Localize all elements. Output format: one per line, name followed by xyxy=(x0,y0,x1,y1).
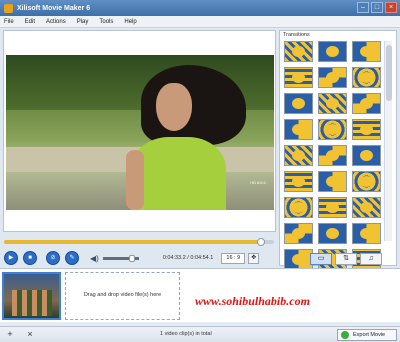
timeline: Drag and drop video file(s) here www.soh… xyxy=(0,268,400,324)
panel-title: Transitions xyxy=(283,32,310,38)
channel-watermark: HD 6:8:1 xyxy=(250,180,266,185)
add-clip-button[interactable]: + xyxy=(4,329,16,340)
clip-thumbnail xyxy=(12,290,52,316)
aspect-ratio-select[interactable]: 16 : 9 xyxy=(221,252,246,264)
transition-tile[interactable] xyxy=(318,223,347,244)
minimize-button[interactable]: – xyxy=(357,2,369,13)
tab-transitions[interactable]: ▭ xyxy=(310,253,332,265)
transition-tile[interactable] xyxy=(352,41,381,62)
transition-tile[interactable] xyxy=(284,119,313,140)
panel-tabs: ▭ ⇅ ♫ xyxy=(310,253,382,265)
figure-dress xyxy=(131,137,226,210)
transition-tile[interactable] xyxy=(284,249,313,270)
export-movie-button[interactable]: Export Movie xyxy=(337,329,397,341)
transition-tile[interactable] xyxy=(352,119,381,140)
transition-tile[interactable] xyxy=(284,171,313,192)
volume-icon[interactable]: ◀) xyxy=(90,254,99,263)
transition-tile[interactable] xyxy=(284,145,313,166)
timeline-clip[interactable] xyxy=(2,272,61,320)
frame-figure xyxy=(126,65,246,210)
figure-face xyxy=(156,83,192,131)
export-label: Export Movie xyxy=(353,332,386,338)
transition-tile[interactable] xyxy=(318,41,347,62)
transitions-panel: Transitions ▭ ⇅ ♫ xyxy=(279,30,397,296)
drop-zone[interactable]: Drag and drop video file(s) here xyxy=(65,272,180,320)
transition-tile[interactable] xyxy=(352,171,381,192)
seek-bar[interactable] xyxy=(4,238,274,246)
playback-controls: ▶ ■ ⊘ ✎ ◀) 0:04:33.2 / 0:04:54.1 16 : 9 … xyxy=(4,250,276,266)
transition-tile[interactable] xyxy=(284,67,313,88)
seek-progress xyxy=(4,240,261,244)
transition-tile[interactable] xyxy=(352,93,381,114)
menu-edit[interactable]: Edit xyxy=(25,19,35,25)
transition-tile[interactable] xyxy=(318,145,347,166)
menu-actions[interactable]: Actions xyxy=(46,19,66,25)
transition-tile[interactable] xyxy=(284,93,313,114)
window-title: Xilisoft Movie Maker 6 xyxy=(17,4,91,12)
split-button[interactable]: ⊘ xyxy=(46,251,60,265)
menu-file[interactable]: File xyxy=(4,19,14,25)
transition-tile[interactable] xyxy=(284,197,313,218)
tab-music[interactable]: ♫ xyxy=(360,253,382,265)
title-bar: Xilisoft Movie Maker 6 – □ × xyxy=(0,0,400,16)
transition-tile[interactable] xyxy=(352,67,381,88)
menu-tools[interactable]: Tools xyxy=(99,19,113,25)
menu-help[interactable]: Help xyxy=(124,19,136,25)
transition-tile[interactable] xyxy=(318,93,347,114)
edit-button[interactable]: ✎ xyxy=(65,251,79,265)
transition-tile[interactable] xyxy=(318,197,347,218)
play-button[interactable]: ▶ xyxy=(4,251,18,265)
remove-clip-button[interactable]: × xyxy=(24,329,36,340)
stop-button[interactable]: ■ xyxy=(23,251,37,265)
status-bar: + × 1 video clip(s) in total Export Movi… xyxy=(0,326,400,342)
snapshot-button[interactable]: ✥ xyxy=(248,252,260,264)
close-button[interactable]: × xyxy=(385,2,397,13)
tab-effects[interactable]: ⇅ xyxy=(335,253,357,265)
transition-tile[interactable] xyxy=(318,119,347,140)
transition-tile[interactable] xyxy=(352,145,381,166)
app-logo-icon xyxy=(4,3,13,13)
window-controls: – □ × xyxy=(357,2,397,13)
clip-count: 1 video clip(s) in total xyxy=(160,331,212,337)
maximize-button[interactable]: □ xyxy=(371,2,383,13)
time-current: 0:04:33.2 xyxy=(162,255,186,261)
timecode: 0:04:33.2 / 0:04:54.1 xyxy=(163,255,213,261)
transition-tile[interactable] xyxy=(352,197,381,218)
menu-bar: File Edit Actions Play Tools Help xyxy=(0,16,400,28)
video-preview[interactable]: HD 6:8:1 xyxy=(3,30,276,232)
transition-tile[interactable] xyxy=(284,41,313,62)
scroll-thumb[interactable] xyxy=(386,45,392,101)
video-frame: HD 6:8:1 xyxy=(6,55,274,210)
menu-play[interactable]: Play xyxy=(77,19,89,25)
transition-tile[interactable] xyxy=(284,223,313,244)
volume-knob[interactable] xyxy=(128,254,135,262)
transition-tile[interactable] xyxy=(318,67,347,88)
figure-arm xyxy=(126,150,144,210)
panel-scrollbar[interactable] xyxy=(384,41,392,241)
transition-tile[interactable] xyxy=(318,171,347,192)
transition-tile[interactable] xyxy=(352,223,381,244)
export-icon xyxy=(341,331,349,339)
seek-thumb[interactable] xyxy=(256,238,265,246)
time-total: 0:04:54.1 xyxy=(190,255,214,261)
volume-slider[interactable] xyxy=(102,254,139,262)
site-watermark: www.sohibulhabib.com xyxy=(195,294,310,308)
